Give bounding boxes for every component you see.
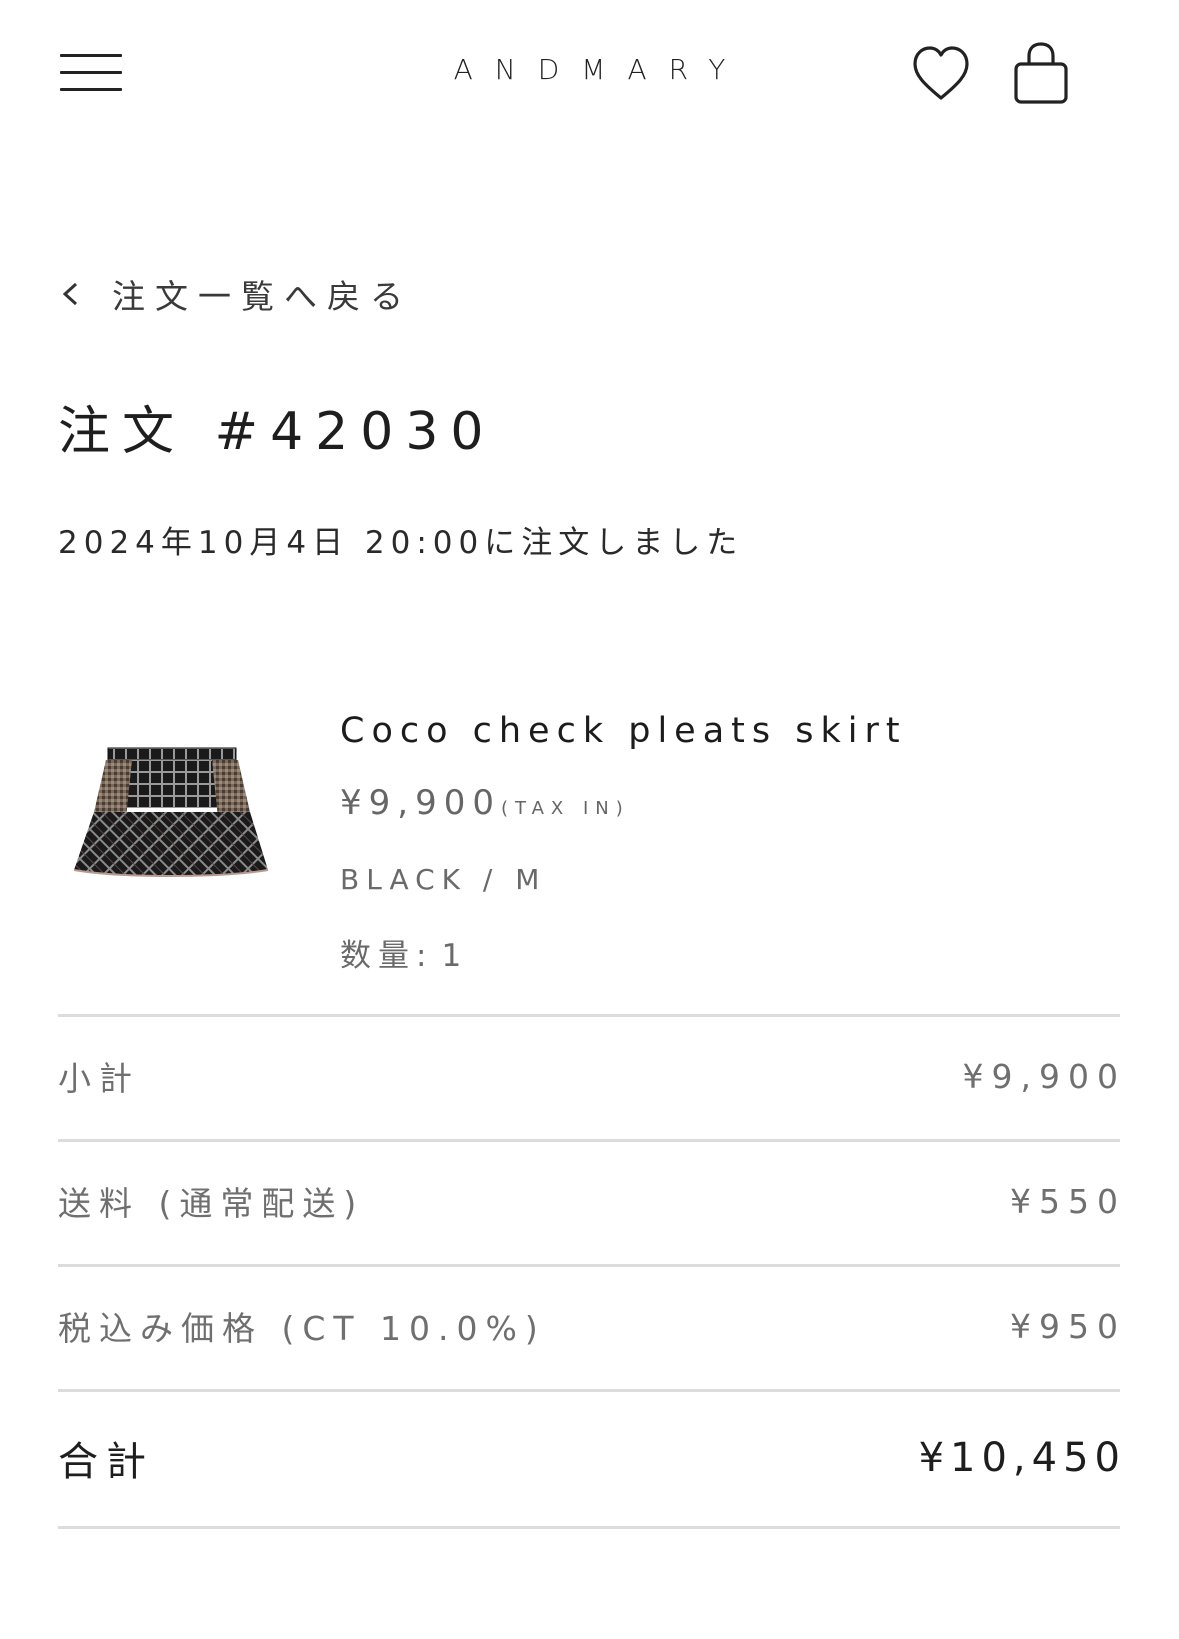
order-date: 2024年10月4日 20:00に注文しました xyxy=(58,525,744,561)
divider xyxy=(58,1526,1120,1529)
total-row: 合計 ¥10,450 xyxy=(58,1428,1120,1488)
divider xyxy=(58,1389,1120,1392)
product-price: ¥9,900(TAX IN) xyxy=(340,780,630,832)
product-tax-note: (TAX IN) xyxy=(500,798,630,819)
shipping-label: 送料 (通常配送) xyxy=(58,1184,365,1223)
site-header: ANDMARY xyxy=(0,0,1179,150)
tax-label: 税込み価格 (CT 10.0%) xyxy=(58,1309,546,1348)
tax-value: ¥950 xyxy=(1010,1306,1126,1346)
back-to-orders-link[interactable]: 注文一覧へ戻る xyxy=(58,270,413,318)
total-value: ¥10,450 xyxy=(918,1435,1126,1481)
subtotal-value: ¥9,900 xyxy=(962,1056,1126,1096)
heart-icon[interactable] xyxy=(910,40,972,108)
product-quantity: 数量: 1 xyxy=(340,934,468,978)
quantity-value: 1 xyxy=(441,938,469,974)
shipping-row: 送料 (通常配送) ¥550 xyxy=(58,1171,1120,1231)
tax-row: 税込み価格 (CT 10.0%) ¥950 xyxy=(58,1296,1120,1356)
divider xyxy=(58,1264,1120,1267)
shipping-value: ¥550 xyxy=(1010,1181,1126,1221)
product-variant: BLACK / M xyxy=(340,863,547,896)
product-image[interactable] xyxy=(60,730,270,900)
divider xyxy=(58,1014,1120,1017)
chevron-left-icon xyxy=(58,279,82,309)
brand-logo[interactable]: ANDMARY xyxy=(0,50,1179,90)
back-link-label: 注文一覧へ戻る xyxy=(112,277,413,316)
shopping-bag-icon[interactable] xyxy=(1010,40,1072,108)
product-price-amount: ¥9,900 xyxy=(340,783,501,823)
quantity-label: 数量: xyxy=(340,938,434,974)
subtotal-label: 小計 xyxy=(58,1059,140,1098)
total-label: 合計 xyxy=(58,1439,154,1485)
divider xyxy=(58,1139,1120,1142)
order-title: 注文 #42030 xyxy=(58,402,496,462)
subtotal-row: 小計 ¥9,900 xyxy=(58,1046,1120,1106)
product-name[interactable]: Coco check pleats skirt xyxy=(340,708,907,754)
